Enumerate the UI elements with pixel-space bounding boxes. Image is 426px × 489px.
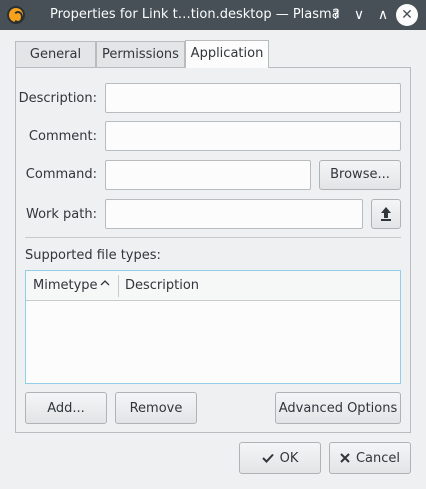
column-header-description[interactable]: Description [125,271,199,300]
comment-field[interactable] [105,121,401,151]
ok-label: OK [279,451,299,466]
cancel-label: Cancel [355,451,401,466]
separator [25,237,401,238]
table-header: Mimetype Description [26,271,400,301]
remove-button[interactable]: Remove [115,392,197,424]
app-icon[interactable] [7,6,25,24]
help-icon[interactable]: ? [326,5,346,25]
command-field[interactable] [105,160,311,190]
workpath-field[interactable] [105,199,363,229]
title-bar[interactable]: Properties for Link t…tion.desktop — Pla… [0,0,426,30]
comment-label: Comment: [28,129,97,144]
tab-permissions[interactable]: Permissions [96,41,185,67]
minimize-icon[interactable]: ∨ [349,5,369,25]
description-field[interactable] [105,83,401,113]
maximize-icon[interactable]: ∧ [373,5,393,25]
browse-button[interactable]: Browse... [319,160,401,190]
workpath-label: Work path: [26,207,97,222]
advanced-options-button[interactable]: Advanced Options [275,392,401,424]
cancel-button[interactable]: Cancel [329,442,411,474]
column-divider[interactable] [118,275,119,297]
filetypes-table[interactable]: Mimetype Description [25,270,401,384]
close-icon[interactable]: ✕ [396,4,418,26]
x-icon [340,453,350,463]
filetypes-label: Supported file types: [25,248,161,263]
tab-general[interactable]: General [15,41,96,67]
workpath-upload-button[interactable] [371,199,401,229]
tab-application[interactable]: Application [185,40,269,68]
add-button[interactable]: Add... [25,392,107,424]
column-header-mimetype[interactable]: Mimetype [33,271,98,300]
upload-icon [381,207,391,221]
description-label: Description: [18,91,97,106]
chevron-up-icon [100,279,112,291]
command-label: Command: [25,167,97,182]
check-icon [261,453,274,463]
ok-button[interactable]: OK [239,442,321,474]
window-title: Properties for Link t…tion.desktop — Pla… [50,7,340,22]
